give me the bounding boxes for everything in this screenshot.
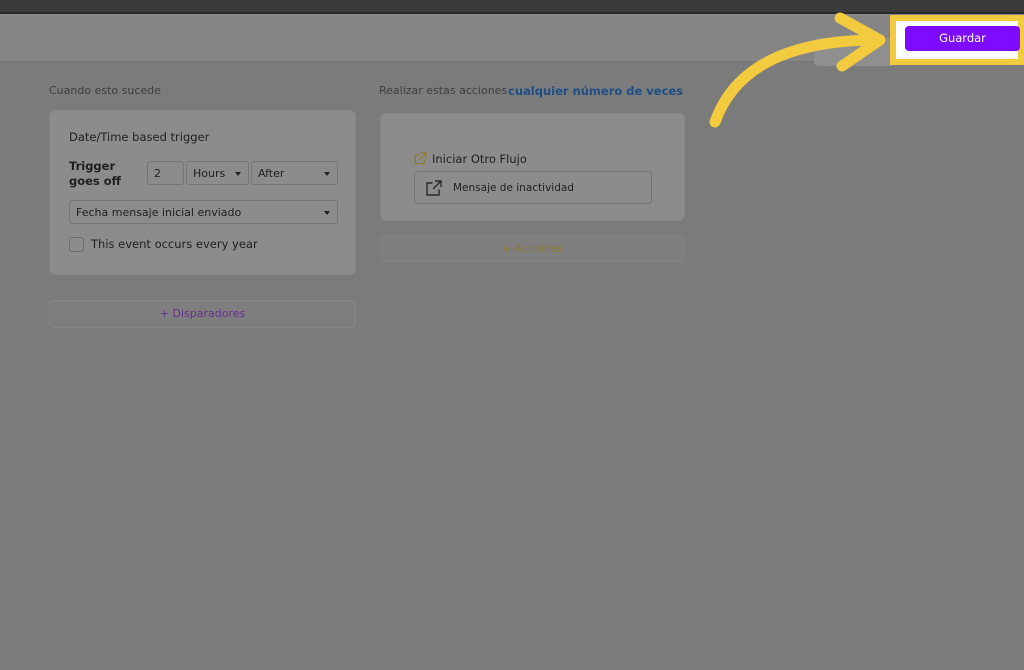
flow-item[interactable]: Mensaje de inactividad [414,171,652,204]
trigger-title: Date/Time based trigger [69,130,210,144]
action-column-label: Realizar estas acciones [379,84,508,97]
trigger-unit-select[interactable]: Hours [186,161,249,185]
save-button[interactable]: Guardar [905,26,1020,51]
action-title: Iniciar Otro Flujo [432,152,527,166]
chevron-down-icon [324,211,330,215]
trigger-goes-off-label: Trigger goes off [69,159,121,188]
trigger-card: Date/Time based trigger Trigger goes off… [49,110,356,275]
curved-arrow-icon [709,12,886,128]
yearly-checkbox[interactable] [69,237,84,252]
add-trigger-button[interactable]: + Disparadores [49,300,356,328]
action-card: Iniciar Otro Flujo Mensaje de inactivida… [380,113,685,221]
external-link-icon [426,180,442,196]
trigger-amount-input[interactable]: 2 [147,161,184,185]
external-link-icon [414,152,427,165]
add-action-button[interactable]: + Acciones [380,235,685,262]
yearly-checkbox-label[interactable]: This event occurs every year [91,237,258,251]
trigger-direction-value: After [258,167,285,180]
trigger-unit-value: Hours [193,167,226,180]
trigger-field-select[interactable]: Fecha mensaje inicial enviado [69,200,338,224]
trigger-field-value: Fecha mensaje inicial enviado [76,206,242,219]
trigger-direction-select[interactable]: After [251,161,338,185]
trigger-amount-value: 2 [154,167,161,180]
chevron-down-icon [235,172,241,176]
flow-item-label: Mensaje de inactividad [453,182,574,194]
chevron-down-icon [324,172,330,176]
trigger-column-label: Cuando esto sucede [49,84,161,97]
repeat-count-link[interactable]: cualquier número de veces [508,84,683,98]
